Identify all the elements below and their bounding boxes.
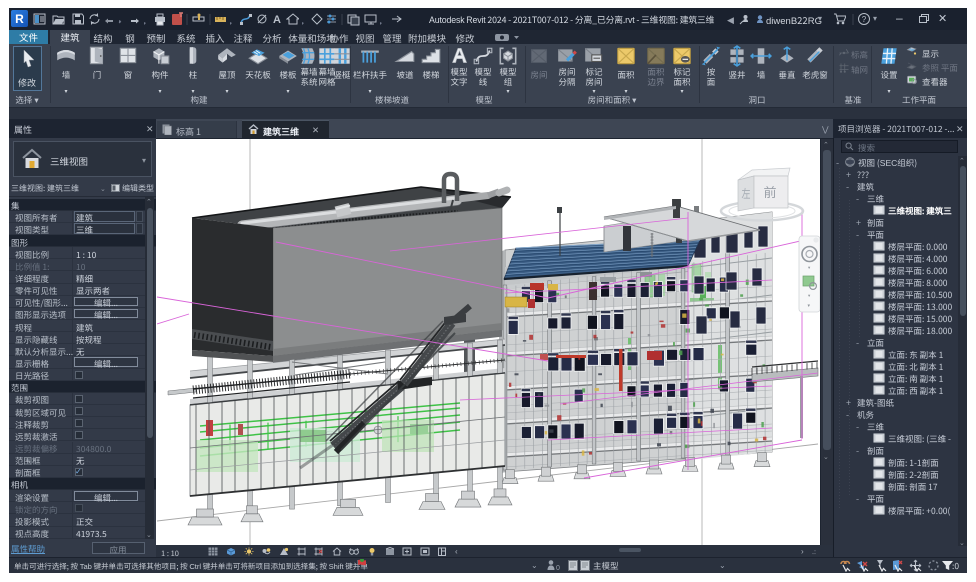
svg-text:左: 左: [742, 186, 751, 203]
svg-text:A: A: [273, 14, 281, 26]
svg-text:0: 0: [556, 565, 560, 571]
svg-text:?: ?: [862, 15, 867, 24]
svg-text:前: 前: [763, 182, 776, 201]
